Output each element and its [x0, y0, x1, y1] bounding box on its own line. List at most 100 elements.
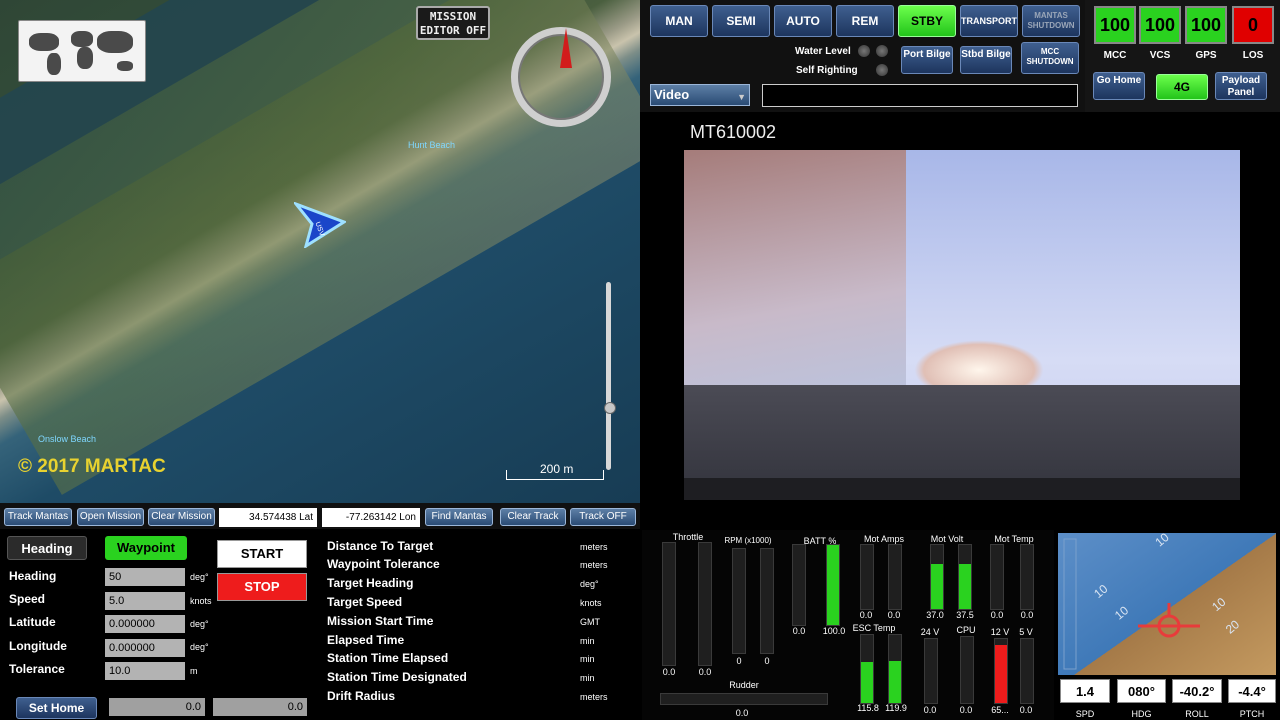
mot-amps-bar-2: [888, 544, 902, 610]
speed-label: Speed: [9, 592, 46, 606]
cpu-value: 0.0: [959, 705, 973, 715]
stop-button[interactable]: STOP: [217, 573, 307, 601]
mode-stby-button[interactable]: STBY: [898, 5, 956, 37]
map-toolbar: Track Mantas Open Mission Clear Mission …: [0, 503, 640, 529]
info-elapsed-unit: min: [580, 636, 595, 646]
rpm-bar-2: [760, 548, 774, 654]
start-button[interactable]: START: [217, 540, 307, 568]
esc-temp-value-1: 115.8: [857, 703, 879, 713]
throttle-title: Throttle: [672, 532, 704, 542]
clear-mission-button[interactable]: Clear Mission: [148, 508, 215, 526]
mot-temp-title: Mot Temp: [994, 534, 1034, 544]
world-overview-map[interactable]: [18, 20, 146, 82]
zoom-slider-knob[interactable]: [604, 402, 616, 414]
speed-tape: [1063, 538, 1077, 670]
camera-feed: [684, 150, 1240, 500]
track-off-button[interactable]: Track OFF: [570, 508, 636, 526]
link-status-panel: 100 100 100 0 MCC VCS GPS LOS Go Home 4G…: [1085, 0, 1280, 112]
mode-man-button[interactable]: MAN: [650, 5, 708, 37]
zoom-slider[interactable]: [606, 282, 611, 470]
info-drift-radius: Drift Radius: [327, 689, 396, 703]
mode-rem-button[interactable]: REM: [836, 5, 894, 37]
map-view[interactable]: MISSION EDITOR OFF USV Hunt Beach Onslow…: [0, 0, 640, 503]
vessel-marker-icon[interactable]: USV: [294, 202, 346, 248]
heading-input[interactable]: 50: [105, 568, 185, 586]
v24-value: 0.0: [923, 705, 937, 715]
info-station-elapsed-unit: min: [580, 654, 595, 664]
payload-panel-button[interactable]: Payload Panel: [1215, 72, 1267, 100]
rpm-bar-1: [732, 548, 746, 654]
esc-temp-value-2: 119.9: [885, 703, 907, 713]
track-mantas-button[interactable]: Track Mantas: [4, 508, 72, 526]
info-station-time-designated: Station Time Designated: [327, 670, 467, 684]
longitude-field[interactable]: -77.263142 Lon: [322, 508, 420, 527]
tab-waypoint[interactable]: Waypoint: [105, 536, 187, 560]
scale-label: 200 m: [540, 462, 574, 476]
mode-semi-button[interactable]: SEMI: [712, 5, 770, 37]
info-target-heading: Target Heading: [327, 576, 414, 590]
pitch-tick-3: 10: [1112, 603, 1131, 623]
video-source-select[interactable]: Video ▼: [650, 84, 750, 106]
place-label-hunt-beach: Hunt Beach: [408, 140, 456, 150]
water-level-label: Water Level: [795, 46, 851, 57]
esc-temp-bar-2-fill: [889, 660, 901, 703]
self-righting-label: Self Righting: [796, 65, 858, 76]
v12-bar-fill: [995, 645, 1007, 703]
network-4g-button[interactable]: 4G: [1156, 74, 1208, 100]
latitude-input[interactable]: 0.000000: [105, 615, 185, 633]
clear-track-button[interactable]: Clear Track: [500, 508, 566, 526]
water-level-indicator: [858, 45, 870, 57]
mode-transport-button[interactable]: TRANSPORT: [960, 5, 1018, 37]
speed-readout: 1.4: [1060, 679, 1110, 703]
v12-value: 65...: [991, 705, 1009, 715]
mot-amps-bar-1: [860, 544, 874, 610]
pitch-tick-2: 10: [1152, 533, 1171, 549]
latitude-unit: deg°: [190, 619, 209, 629]
mission-editor-badge[interactable]: MISSION EDITOR OFF: [416, 6, 490, 40]
place-label-onslow-beach: Onslow Beach: [38, 434, 97, 444]
batt-bar-2-fill: [827, 545, 839, 625]
batt-bar-1: [792, 544, 806, 626]
attitude-indicator: 10 10 10 10 20: [1058, 533, 1276, 675]
video-url-field[interactable]: [762, 84, 1078, 107]
info-heading-unit: deg°: [580, 579, 599, 589]
gps-status-value: 100: [1185, 6, 1227, 44]
throttle-value-2: 0.0: [698, 667, 712, 677]
home-field-b[interactable]: 0.0: [213, 698, 307, 716]
aircraft-symbol-icon: [1138, 603, 1200, 638]
home-field-a[interactable]: 0.0: [109, 698, 205, 716]
go-home-button[interactable]: Go Home: [1093, 72, 1145, 100]
tolerance-input[interactable]: 10.0: [105, 662, 185, 680]
speed-input[interactable]: 5.0: [105, 592, 185, 610]
longitude-label: Longitude: [9, 639, 67, 653]
info-station-designated-unit: min: [580, 673, 595, 683]
port-bilge-button[interactable]: Port Bilge: [901, 46, 953, 74]
find-mantas-button[interactable]: Find Mantas: [425, 508, 493, 526]
throttle-bar-1: [662, 542, 676, 666]
pitch-readout: -4.4°: [1228, 679, 1276, 703]
rudder-bar: [660, 693, 828, 705]
info-distance-to-target: Distance To Target: [327, 539, 434, 553]
rpm-value-1: 0: [736, 656, 742, 666]
v5-bar: [1020, 638, 1034, 704]
longitude-input[interactable]: 0.000000: [105, 639, 185, 657]
mode-auto-button[interactable]: AUTO: [774, 5, 832, 37]
telemetry-gauges: Throttle 0.0 0.0 RPM (x1000) 0 0 BATT % …: [642, 530, 1054, 720]
stbd-bilge-button[interactable]: Stbd Bilge: [960, 46, 1012, 74]
copyright-text: © 2017 MARTAC: [18, 456, 166, 477]
throttle-bar-2: [698, 542, 712, 666]
tab-heading[interactable]: Heading: [7, 536, 87, 560]
esc-temp-bar-2: [888, 634, 902, 704]
latitude-field[interactable]: 34.574438 Lat: [219, 508, 317, 527]
set-home-button[interactable]: Set Home: [16, 697, 97, 719]
speed-label: SPD: [1075, 709, 1095, 719]
mantas-shutdown-button[interactable]: MANTAS SHUTDOWN: [1022, 5, 1080, 37]
throttle-value-1: 0.0: [662, 667, 676, 677]
mcc-shutdown-button[interactable]: MCC SHUTDOWN: [1021, 42, 1079, 74]
esc-temp-bar-1: [860, 634, 874, 704]
self-righting-indicator: [876, 64, 888, 76]
open-mission-button[interactable]: Open Mission: [77, 508, 144, 526]
pitch-label: PTCH: [1239, 709, 1265, 719]
mcc-status-label: MCC: [1103, 50, 1127, 61]
batt-bar-2: [826, 544, 840, 626]
